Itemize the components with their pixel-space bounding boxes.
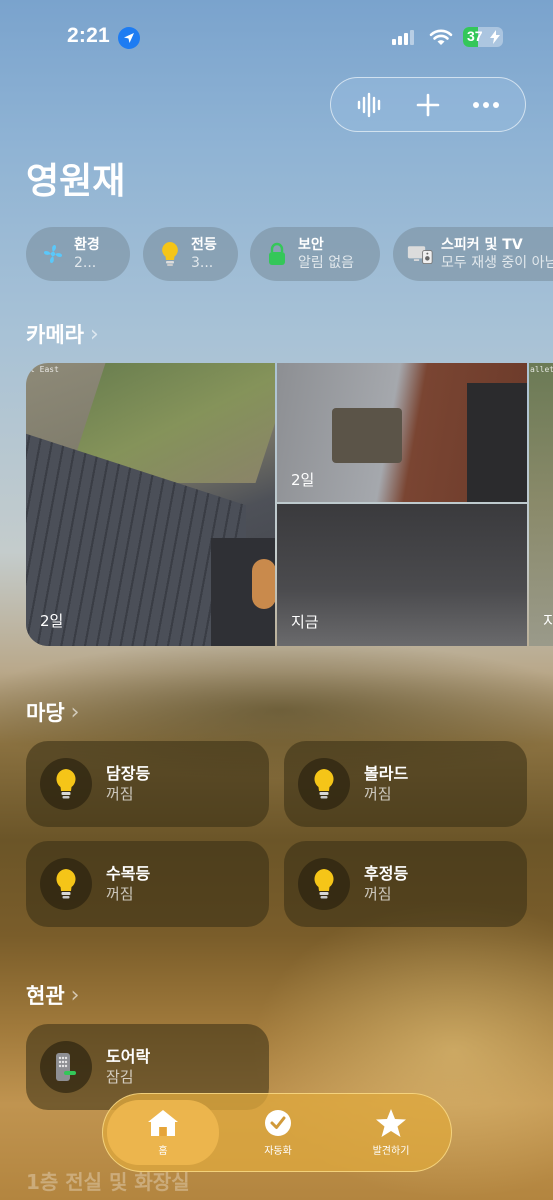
camera-timestamp: 2일 xyxy=(291,471,315,489)
accessory-tile[interactable]: 후정등꺼짐 xyxy=(284,841,527,927)
chip-label: 스피커 및 TV xyxy=(441,237,523,253)
location-arrow-icon xyxy=(118,27,140,49)
battery-percent: 37 xyxy=(467,28,483,44)
accessory-state: 꺼짐 xyxy=(364,785,392,803)
camera-overlay-text: allet Se xyxy=(530,365,553,374)
accessory-state: 꺼짐 xyxy=(364,885,392,903)
tab-discover[interactable]: 발견하기 xyxy=(335,1100,447,1165)
tab-label: 자동화 xyxy=(264,1146,292,1157)
waveform-icon xyxy=(357,92,381,117)
chevron-right-icon: › xyxy=(89,321,99,347)
accessory-state: 잠김 xyxy=(106,1068,134,1086)
ellipsis-icon xyxy=(473,101,499,108)
chip-sub: 2... xyxy=(74,255,97,271)
fan-icon xyxy=(40,241,66,267)
accessory-name: 도어락 xyxy=(106,1047,151,1066)
accessory-tile[interactable]: 볼라드꺼짐 xyxy=(284,741,527,827)
chip-speakers-tv[interactable]: 스피커 및 TV 모두 재생 중이 아님 xyxy=(393,227,553,281)
tab-label: 발견하기 xyxy=(372,1146,410,1157)
camera-timestamp: 2일 xyxy=(40,612,64,630)
more-button[interactable] xyxy=(464,83,508,127)
chip-sub: 알림 없음 xyxy=(298,255,354,271)
section-title: 카메라 xyxy=(26,323,84,347)
status-bar: 2:21 37 xyxy=(0,0,553,75)
star-icon xyxy=(376,1109,406,1137)
chip-sub: 모두 재생 중이 아님 xyxy=(441,255,553,271)
wifi-icon xyxy=(429,29,453,45)
accessory-state: 꺼짐 xyxy=(106,885,134,903)
accessory-name: 수목등 xyxy=(106,864,151,883)
lightbulb-icon xyxy=(298,758,350,810)
chip-security[interactable]: 보안알림 없음 xyxy=(250,227,380,281)
accessory-tile[interactable]: 담장등꺼짐 xyxy=(26,741,269,827)
accessory-name: 볼라드 xyxy=(364,764,409,783)
add-button[interactable] xyxy=(406,83,450,127)
category-chips: 환경 2... 전등 3... 보안알림 없음 스피커 및 TV 모두 재생 중이 아… xyxy=(26,227,553,281)
status-time: 2:21 xyxy=(67,24,110,47)
section-title: 마당 xyxy=(26,701,65,725)
camera-grid: t East 2일 2일 지금 allet Se 지 xyxy=(26,363,553,646)
chip-sub: 3... xyxy=(191,255,214,271)
house-icon xyxy=(148,1110,178,1136)
lightbulb-icon xyxy=(40,758,92,810)
accessory-state: 꺼짐 xyxy=(106,785,134,803)
tab-bar: 홈 자동화 발견하기 xyxy=(102,1093,452,1172)
plus-icon xyxy=(416,93,440,116)
camera-timestamp: 지 xyxy=(543,612,553,630)
tv-speaker-icon xyxy=(407,241,433,267)
battery-icon: 37 xyxy=(463,27,503,47)
lightbulb-icon xyxy=(298,858,350,910)
home-actions xyxy=(330,77,526,132)
section-title: 현관 xyxy=(26,984,65,1008)
chip-label: 환경 xyxy=(74,237,100,253)
camera-timestamp: 지금 xyxy=(291,613,319,631)
section-entrance[interactable]: 현관 › xyxy=(26,980,79,1010)
clock-check-icon xyxy=(265,1110,291,1136)
lightbulb-icon xyxy=(157,241,183,267)
keypad-lock-icon xyxy=(40,1041,92,1093)
accessory-name: 담장등 xyxy=(106,764,151,783)
lock-icon xyxy=(264,241,290,267)
chevron-right-icon: › xyxy=(70,982,80,1008)
tab-label: 홈 xyxy=(158,1146,168,1157)
chevron-right-icon: › xyxy=(70,699,80,725)
chip-lights[interactable]: 전등 3... xyxy=(143,227,238,281)
accessory-tile[interactable]: 수목등꺼짐 xyxy=(26,841,269,927)
page-title: 영원재 xyxy=(26,161,126,202)
tab-automation[interactable]: 자동화 xyxy=(222,1100,334,1165)
chip-label: 전등 xyxy=(191,237,217,253)
accessory-name: 후정등 xyxy=(364,864,409,883)
camera-feed[interactable]: t East 2일 xyxy=(26,363,275,646)
chip-label: 보안 xyxy=(298,237,324,253)
camera-feed[interactable]: allet Se 지 xyxy=(529,363,553,646)
tab-home[interactable]: 홈 xyxy=(107,1100,219,1165)
cellular-signal-icon xyxy=(392,29,414,45)
camera-overlay-text: t East xyxy=(30,365,59,374)
chip-climate[interactable]: 환경 2... xyxy=(26,227,130,281)
section-yard[interactable]: 마당 › xyxy=(26,697,79,727)
lightbulb-icon xyxy=(40,858,92,910)
intercom-button[interactable] xyxy=(348,83,392,127)
camera-feed[interactable]: 지금 xyxy=(277,504,527,646)
camera-feed[interactable]: 2일 xyxy=(277,363,527,502)
section-cameras[interactable]: 카메라 › xyxy=(26,319,99,349)
